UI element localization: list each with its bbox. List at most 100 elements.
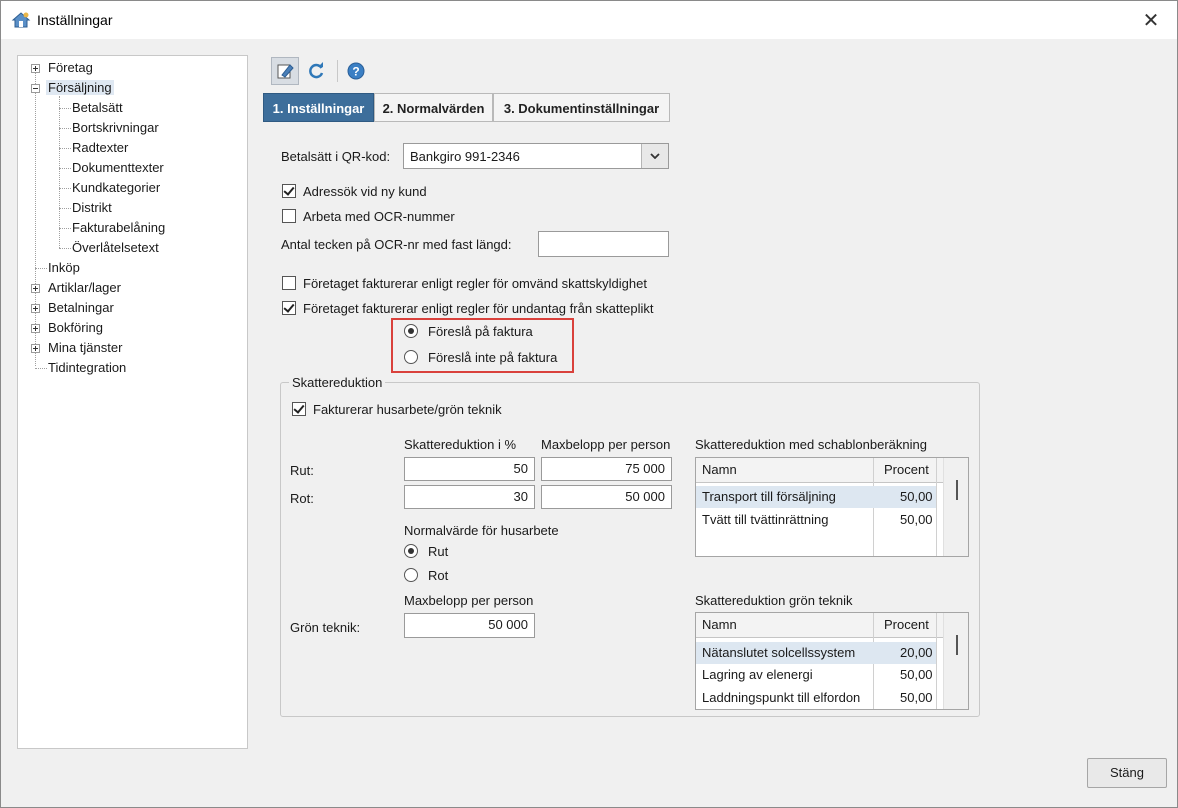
tree-line <box>59 208 71 209</box>
tree-item-dokumenttexter[interactable]: Dokumenttexter <box>72 159 164 177</box>
husarbete-label: Fakturerar husarbete/grön teknik <box>313 402 502 417</box>
ocr-label: Arbeta med OCR-nummer <box>303 209 455 224</box>
husarbete-checkbox[interactable] <box>292 402 306 416</box>
tree-item-inkop[interactable]: Inköp <box>48 259 80 277</box>
table-row[interactable]: Laddningspunkt till elfordon <box>702 687 860 709</box>
qr-dropdown[interactable]: Bankgiro 991-2346 <box>403 143 669 169</box>
qr-dropdown-value: Bankgiro 991-2346 <box>410 149 520 164</box>
tree-item-artiklar-lager[interactable]: Artiklar/lager <box>48 279 121 297</box>
gron-title: Skattereduktion grön teknik <box>695 593 853 608</box>
tab-dokumentinstallningar[interactable]: 3. Dokumentinställningar <box>493 93 670 122</box>
table-cell[interactable]: 50,00 <box>900 509 933 531</box>
stang-button[interactable]: Stäng <box>1087 758 1167 788</box>
ocr-length-input[interactable] <box>538 231 669 257</box>
tree-item-kundkategorier[interactable]: Kundkategorier <box>72 179 160 197</box>
tree-line <box>59 96 60 248</box>
title-bar: Inställningar ✕ <box>1 1 1177 39</box>
tab-normalvarden[interactable]: 2. Normalvärden <box>374 93 493 122</box>
omvand-label: Företaget fakturerar enligt regler för o… <box>303 276 647 291</box>
tree-item-mina-tjanster[interactable]: Mina tjänster <box>48 339 122 357</box>
rot-max-input[interactable]: 50 000 <box>541 485 672 509</box>
rut-label: Rut: <box>290 463 314 478</box>
foresla-inte-label: Föreslå inte på faktura <box>428 350 558 365</box>
expand-icon[interactable] <box>31 324 40 333</box>
tree-line <box>59 228 71 229</box>
tree-line <box>59 108 71 109</box>
tree-line <box>59 248 71 249</box>
table-cell[interactable]: 50,00 <box>900 687 933 709</box>
tree-item-betalsatt[interactable]: Betalsätt <box>72 99 123 117</box>
ocr-checkbox[interactable] <box>282 209 296 223</box>
help-icon: ? <box>347 62 365 80</box>
rot-radio-label: Rot <box>428 568 449 583</box>
expand-icon[interactable] <box>31 64 40 73</box>
adress-checkbox[interactable] <box>282 184 296 198</box>
expand-icon[interactable] <box>31 344 40 353</box>
svg-text:?: ? <box>352 65 359 79</box>
omvand-checkbox[interactable] <box>282 276 296 290</box>
col-namn-header[interactable]: Namn <box>702 459 737 481</box>
tree-line <box>35 73 36 366</box>
scroll-thumb[interactable] <box>956 635 958 655</box>
tree-item-distrikt[interactable]: Distrikt <box>72 199 112 217</box>
rot-procent-input[interactable]: 30 <box>404 485 535 509</box>
tree-item-betalningar[interactable]: Betalningar <box>48 299 114 317</box>
refresh-button[interactable] <box>302 57 330 85</box>
maxbelopp-header: Maxbelopp per person <box>541 437 671 452</box>
tree-item-forsaljning[interactable]: Försäljning <box>46 79 114 97</box>
tree-item-tidintegration[interactable]: Tidintegration <box>48 359 126 377</box>
window-title: Inställningar <box>37 12 113 28</box>
col-procent-header[interactable]: Procent <box>884 614 929 636</box>
table-cell[interactable]: 20,00 <box>900 642 933 664</box>
scrollbar[interactable] <box>943 613 968 709</box>
ocr-length-label: Antal tecken på OCR-nr med fast längd: <box>281 237 512 252</box>
gron-teknik-label: Grön teknik: <box>290 620 361 635</box>
gron-grid[interactable]: Namn Procent Nätanslutet solcellssystem … <box>695 612 969 710</box>
tree-item-bokforing[interactable]: Bokföring <box>48 319 103 337</box>
edit-button[interactable] <box>271 57 299 85</box>
rut-radio[interactable] <box>404 544 418 558</box>
expand-icon[interactable] <box>31 304 40 313</box>
table-row[interactable]: Tvätt till tvättinrättning <box>702 509 828 531</box>
tree-item-fakturabelaning[interactable]: Fakturabelåning <box>72 219 165 237</box>
edit-icon <box>277 64 294 79</box>
rut-max-input[interactable]: 75 000 <box>541 457 672 481</box>
foresla-inte-radio[interactable] <box>404 350 418 364</box>
rut-procent-input[interactable]: 50 <box>404 457 535 481</box>
table-row[interactable]: Transport till försäljning <box>702 486 836 508</box>
schablon-title: Skattereduktion med schablonberäkning <box>695 437 927 452</box>
tree-item-foretag[interactable]: Företag <box>48 59 93 77</box>
tree-line <box>59 128 71 129</box>
normalvarde-label: Normalvärde för husarbete <box>404 523 559 538</box>
table-row[interactable]: Nätanslutet solcellssystem <box>702 642 855 664</box>
tree-line <box>59 168 71 169</box>
rot-radio[interactable] <box>404 568 418 582</box>
help-button[interactable]: ? <box>342 57 370 85</box>
scroll-thumb[interactable] <box>956 480 958 500</box>
chevron-down-icon[interactable] <box>641 144 668 168</box>
table-cell[interactable]: 50,00 <box>900 664 933 686</box>
home-app-icon <box>11 12 31 28</box>
settings-tree[interactable]: Företag Försäljning Betalsätt Bortskrivn… <box>17 55 248 749</box>
schablon-grid[interactable]: Namn Procent Transport till försäljning … <box>695 457 969 557</box>
table-row[interactable]: Lagring av elenergi <box>702 664 813 686</box>
expand-icon[interactable] <box>31 284 40 293</box>
rut-radio-label: Rut <box>428 544 449 559</box>
col-namn-header[interactable]: Namn <box>702 614 737 636</box>
foresla-label: Föreslå på faktura <box>428 324 533 339</box>
tab-installningar[interactable]: 1. Inställningar <box>263 93 374 122</box>
gron-max-input[interactable]: 50 000 <box>404 613 535 638</box>
undantag-checkbox[interactable] <box>282 301 296 315</box>
table-cell[interactable]: 50,00 <box>900 486 933 508</box>
tree-line <box>59 148 71 149</box>
tree-item-radtexter[interactable]: Radtexter <box>72 139 128 157</box>
collapse-icon[interactable] <box>31 84 40 93</box>
close-window-button[interactable]: ✕ <box>1131 5 1171 35</box>
col-procent-header[interactable]: Procent <box>884 459 929 481</box>
scrollbar[interactable] <box>943 458 968 556</box>
adress-label: Adressök vid ny kund <box>303 184 427 199</box>
foresla-radio[interactable] <box>404 324 418 338</box>
skattereduktion-title: Skattereduktion <box>289 375 386 390</box>
tree-item-bortskrivningar[interactable]: Bortskrivningar <box>72 119 159 137</box>
tree-item-overlatelsetext[interactable]: Överlåtelsetext <box>72 239 159 257</box>
